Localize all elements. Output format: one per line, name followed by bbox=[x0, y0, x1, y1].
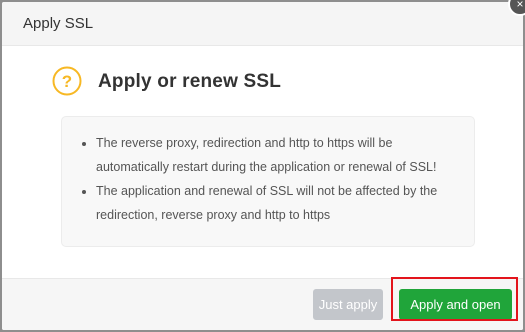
info-box: The reverse proxy, redirection and http … bbox=[61, 116, 475, 247]
confirm-title: Apply or renew SSL bbox=[98, 71, 282, 92]
just-apply-button[interactable]: Just apply bbox=[313, 289, 383, 320]
question-circle-icon: ? bbox=[52, 66, 82, 96]
info-item-not-affected: The application and renewal of SSL will … bbox=[96, 179, 458, 227]
highlight-box bbox=[391, 277, 518, 321]
question-glyph: ? bbox=[62, 72, 72, 91]
close-icon: × bbox=[516, 0, 524, 11]
dialog-header: Apply SSL bbox=[2, 2, 523, 46]
info-list: The reverse proxy, redirection and http … bbox=[62, 117, 474, 227]
info-item-proxy-restart: The reverse proxy, redirection and http … bbox=[96, 131, 458, 179]
dialog-title: Apply SSL bbox=[23, 15, 94, 32]
